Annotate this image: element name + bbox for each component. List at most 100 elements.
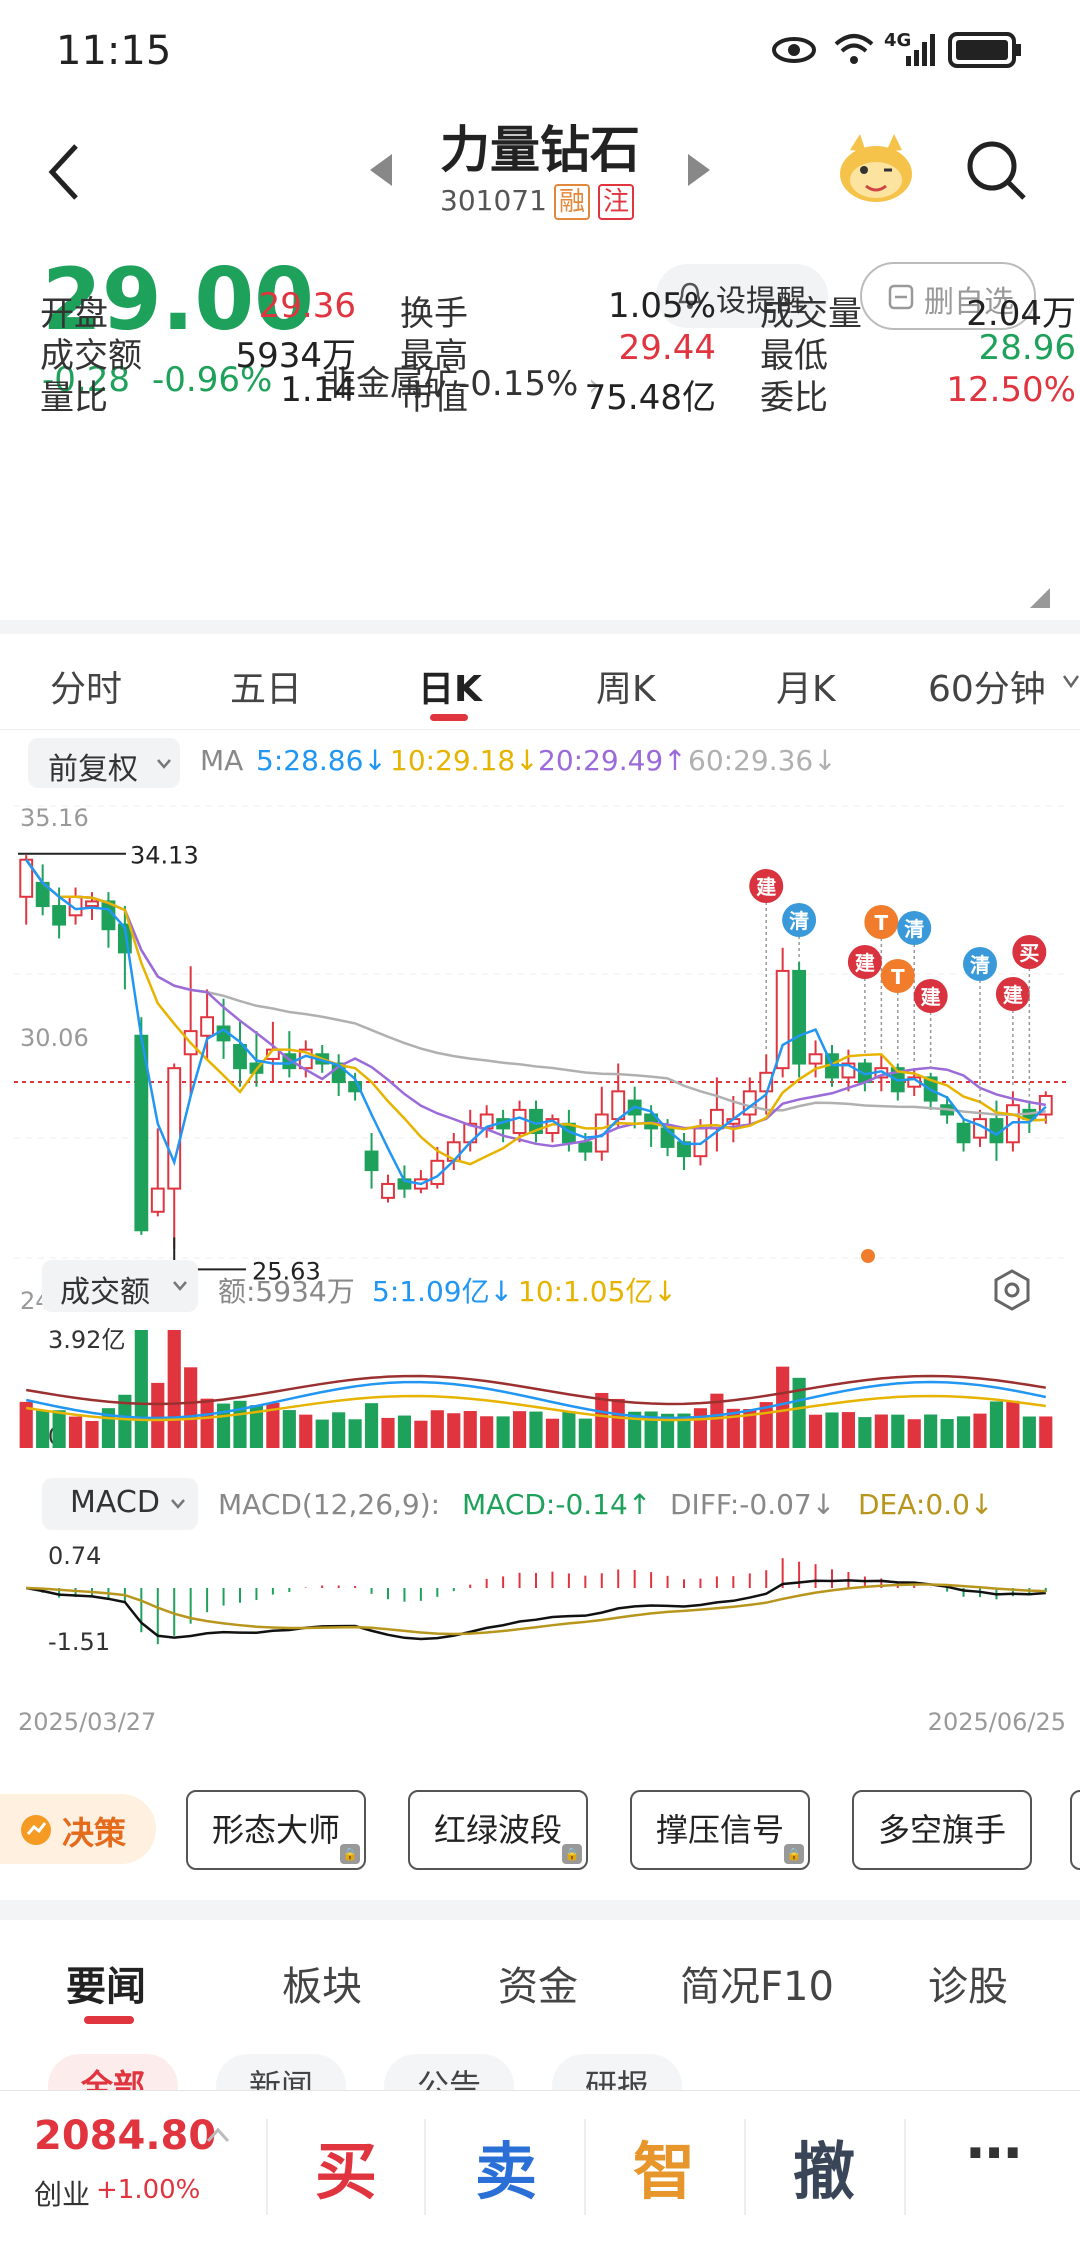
index-name: 创业 bbox=[34, 2178, 91, 2211]
index-ticker[interactable]: 2084.80 创业 +1.00% bbox=[0, 2091, 262, 2245]
volume-axis-max: 3.92亿 bbox=[48, 1326, 125, 1354]
tab-intraday[interactable]: 分时 bbox=[50, 660, 122, 712]
volume-bar bbox=[315, 1419, 329, 1448]
volume-bar bbox=[874, 1414, 888, 1448]
macd-selector[interactable]: MACD bbox=[42, 1478, 198, 1530]
buy-button[interactable]: 买 bbox=[286, 2121, 406, 2211]
start-date: 2025/03/27 bbox=[18, 1708, 157, 1736]
volume-bar bbox=[480, 1416, 494, 1448]
volume-bar bbox=[545, 1418, 560, 1448]
period-tabs: 分时 五日 日K 周K 月K 60分钟 bbox=[0, 634, 1080, 730]
red-green-band-label: 红绿波段 bbox=[433, 1811, 562, 1849]
index-value: 2084.80 bbox=[34, 2113, 217, 2159]
volume-bar bbox=[776, 1366, 790, 1448]
news-tab-headlines[interactable]: 要闻 bbox=[66, 1954, 146, 2012]
status-time: 11:15 bbox=[56, 28, 172, 74]
candle-body bbox=[792, 969, 807, 1065]
volume-bar bbox=[463, 1411, 477, 1448]
macd-axis-min: -1.51 bbox=[48, 1628, 110, 1656]
more-periods-icon[interactable] bbox=[1062, 674, 1080, 690]
chevron-down-icon bbox=[173, 1281, 187, 1291]
news-tab-sector[interactable]: 板块 bbox=[282, 1954, 362, 2012]
macd-chart[interactable]: 0.74 -1.51 bbox=[0, 1538, 1080, 1688]
candle-body bbox=[52, 905, 67, 926]
macd-label: MACD bbox=[70, 1485, 160, 1520]
scroll-dot-icon bbox=[861, 1249, 875, 1263]
news-tab-diagnosis[interactable]: 诊股 bbox=[928, 1954, 1008, 2012]
tab-five-day[interactable]: 五日 bbox=[230, 660, 302, 712]
volume-indicator-label: 成交额 bbox=[60, 1275, 150, 1310]
volume-bar bbox=[578, 1418, 592, 1448]
settings-hexagon-icon[interactable] bbox=[992, 1268, 1032, 1312]
candle-body bbox=[956, 1122, 971, 1144]
prev-stock-icon[interactable] bbox=[368, 152, 394, 188]
volume-bar bbox=[348, 1419, 362, 1448]
tab-60min[interactable]: 60分钟 bbox=[928, 660, 1046, 712]
volume-bar bbox=[381, 1417, 395, 1448]
candle-body bbox=[808, 1053, 823, 1065]
bull-bear-flag-button[interactable]: 多空旗手 bbox=[852, 1790, 1032, 1870]
volume-bar bbox=[134, 1330, 148, 1448]
adjust-selector[interactable]: 前复权 bbox=[28, 738, 180, 788]
status-bar: 11:15 4G bbox=[0, 0, 1080, 100]
lock-icon: 🔒 bbox=[784, 1844, 804, 1864]
mascot-icon[interactable] bbox=[836, 130, 916, 206]
next-stock-icon[interactable] bbox=[686, 152, 712, 188]
bottom-trade-bar: 2084.80 创业 +1.00% 买 卖 智 撤 ⋯ bbox=[0, 2090, 1080, 2244]
signal-label: 建 bbox=[756, 875, 776, 899]
candle-body bbox=[150, 1187, 165, 1213]
volume-bar bbox=[397, 1415, 412, 1448]
volume-bar bbox=[1006, 1400, 1020, 1448]
volume-bar bbox=[151, 1382, 165, 1448]
tab-monthly-k[interactable]: 月K bbox=[776, 660, 836, 712]
volume-bar bbox=[447, 1413, 461, 1448]
sell-button[interactable]: 卖 bbox=[446, 2121, 566, 2211]
volume-chart[interactable]: 3.92亿 0 bbox=[0, 1320, 1080, 1470]
chevron-down-icon bbox=[157, 759, 171, 769]
cancel-order-button[interactable]: 撤 bbox=[764, 2121, 884, 2211]
tab-weekly-k[interactable]: 周K bbox=[596, 660, 656, 712]
volume-bar bbox=[907, 1419, 921, 1448]
support-resistance-button[interactable]: 撑压信号 🔒 bbox=[630, 1790, 810, 1870]
volume-bar bbox=[430, 1410, 444, 1448]
kline-chart-area[interactable]: 前复权 MA 5:28.86↓ 10:29.18↓ 20:29.49↑ 60:2… bbox=[0, 730, 1080, 1740]
volume-bar bbox=[611, 1398, 625, 1448]
signal-icon bbox=[906, 34, 935, 66]
signal-label: 清 bbox=[970, 953, 990, 977]
volume-bar bbox=[595, 1392, 609, 1448]
smart-button[interactable]: 智 bbox=[604, 2121, 724, 2211]
ma5-value: 5:28.86↓ bbox=[256, 744, 387, 777]
volume-indicator-selector[interactable]: 成交额 bbox=[42, 1260, 198, 1312]
candlestick-chart[interactable]: 35.16 30.06 24.97 34.1325.63建清T清建T建清建买 bbox=[0, 796, 1080, 1336]
news-section: 要闻 板块 资金 简况F10 诊股 全部 新闻 公告 研报 bbox=[0, 1920, 1080, 2118]
news-tab-f10[interactable]: 简况F10 bbox=[680, 1954, 834, 2012]
tab-daily-k[interactable]: 日K bbox=[418, 660, 482, 712]
decision-badge[interactable]: 决策 bbox=[0, 1794, 156, 1864]
next-decision-button[interactable] bbox=[1070, 1790, 1080, 1870]
stat-value: 29.36 bbox=[258, 286, 356, 326]
signal-label: 清 bbox=[904, 917, 924, 941]
decision-icon bbox=[21, 1815, 51, 1845]
volume-bar bbox=[841, 1412, 856, 1448]
red-green-band-button[interactable]: 红绿波段 🔒 bbox=[408, 1790, 588, 1870]
volume-bar bbox=[85, 1420, 99, 1448]
news-tab-funds[interactable]: 资金 bbox=[498, 1954, 578, 2012]
volume-bar bbox=[562, 1411, 576, 1448]
volume-bar bbox=[808, 1414, 823, 1448]
back-arrow-icon[interactable] bbox=[44, 140, 84, 204]
battery-icon bbox=[948, 32, 1021, 68]
volume-bar bbox=[989, 1401, 1004, 1448]
active-tab-indicator bbox=[430, 714, 468, 721]
signal-label: T bbox=[875, 911, 889, 935]
volume-ma5: 5:1.09亿↓ bbox=[372, 1275, 514, 1308]
volume-bar bbox=[200, 1398, 214, 1448]
volume-bar bbox=[282, 1410, 296, 1448]
search-icon[interactable] bbox=[964, 138, 1028, 202]
more-button[interactable]: ⋯ bbox=[934, 2121, 1054, 2186]
pattern-master-button[interactable]: 形态大师 🔒 bbox=[186, 1790, 366, 1870]
diff-line bbox=[25, 1579, 1046, 1641]
volume-bar bbox=[529, 1411, 543, 1448]
expand-corner-icon[interactable] bbox=[1030, 588, 1050, 608]
volume-bar bbox=[1022, 1416, 1036, 1448]
candle-body bbox=[512, 1108, 527, 1135]
